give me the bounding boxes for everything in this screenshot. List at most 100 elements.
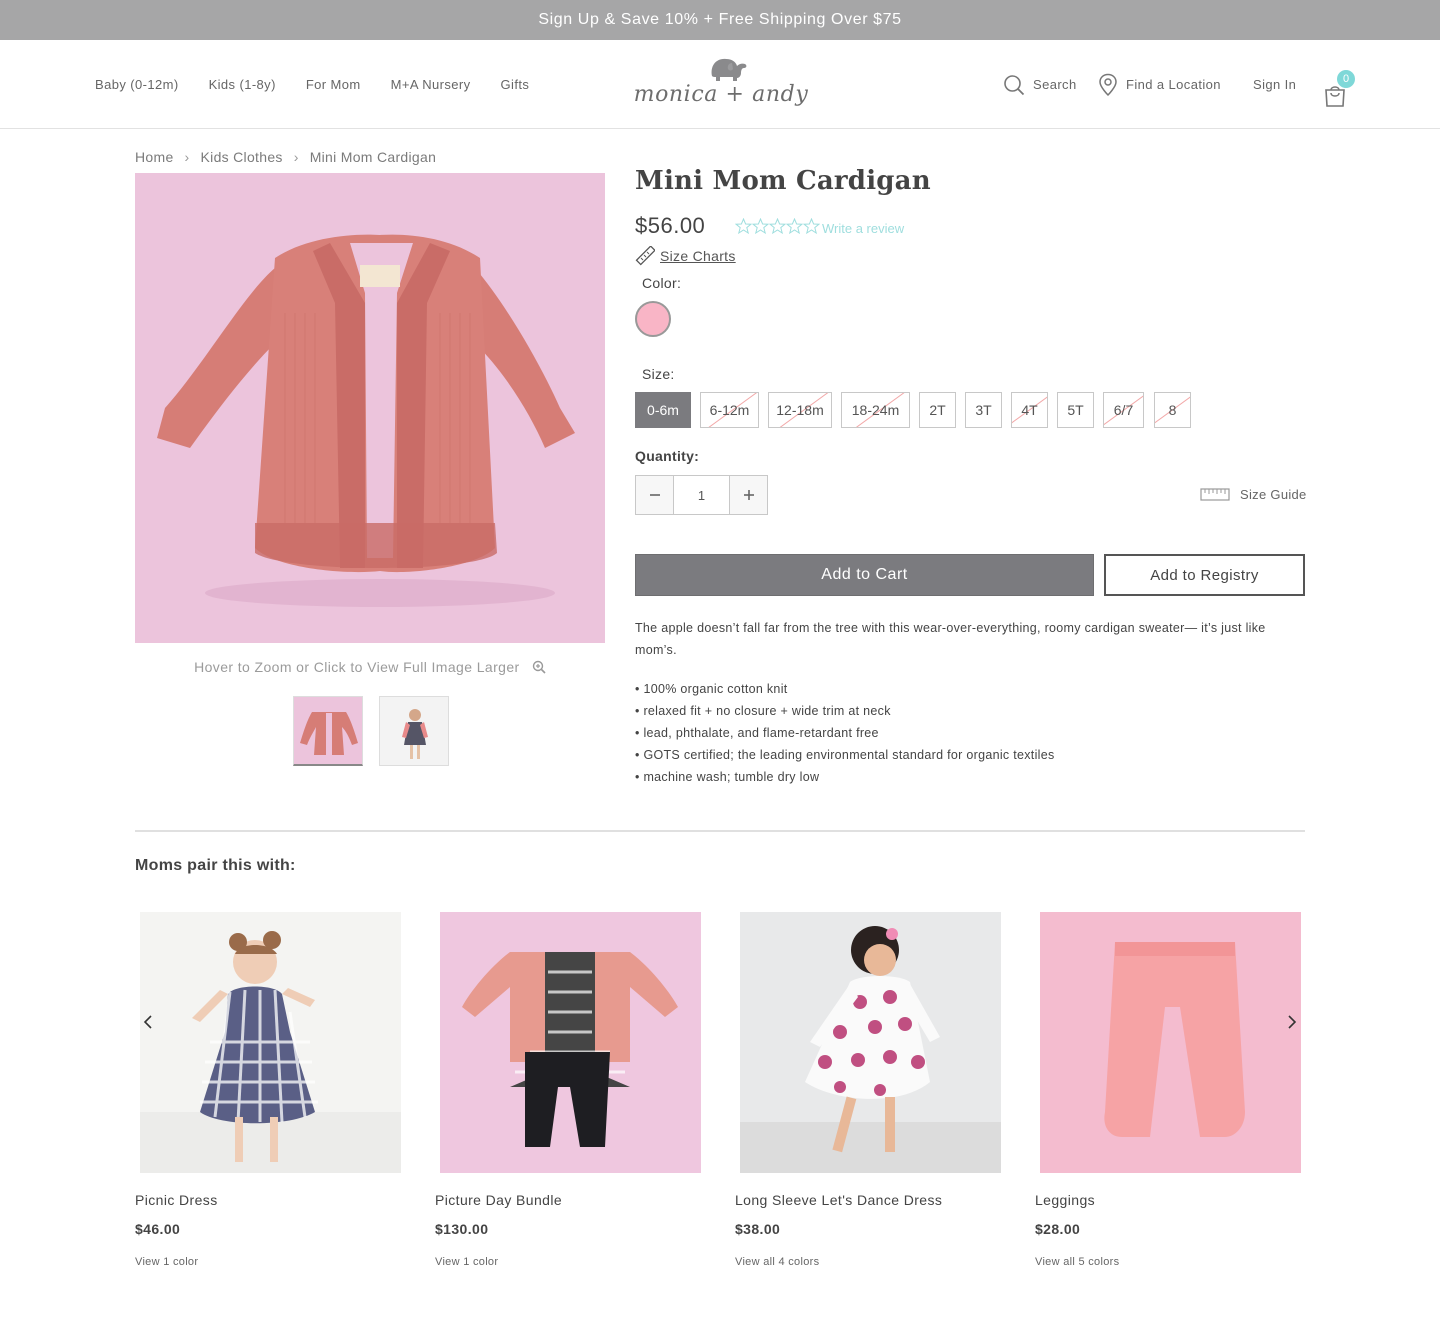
size-option-label: 6/7 [1113,402,1134,418]
quantity-stepper [635,475,768,515]
product-features: • 100% organic cotton knit • relaxed fit… [635,678,1310,788]
search-label: Search [1033,77,1077,92]
nav-baby[interactable]: Baby (0-12m) [95,77,179,92]
sign-in-label: Sign In [1253,77,1297,92]
add-to-cart-button[interactable]: Add to Cart [635,554,1094,596]
size-option[interactable]: 5T [1057,392,1094,428]
picnic-dress-image [140,912,401,1173]
feature-item: • relaxed fit + no closure + wide trim a… [635,704,891,718]
size-guide-label: Size Guide [1240,486,1307,502]
star-icon [734,217,753,239]
feature-item: • GOTS certified; the leading environmen… [635,748,1055,762]
nav-gifts[interactable]: Gifts [501,77,530,92]
elephant-logo-icon [711,58,747,81]
product-description: The apple doesn’t fall far from the tree… [635,621,1266,657]
minus-icon [649,494,660,496]
related-product-card[interactable]: Picnic Dress $46.00 View 1 color [135,912,405,1292]
size-option-label: 12-18m [776,402,824,418]
zoom-hint-text: Hover to Zoom or Click to View Full Imag… [194,659,520,675]
color-swatch-pink[interactable] [635,301,671,337]
related-product-card[interactable]: Long Sleeve Let's Dance Dress $38.00 Vie… [735,912,1005,1292]
breadcrumb-kids-clothes[interactable]: Kids Clothes [201,149,283,165]
size-option[interactable]: 12-18m [768,392,832,428]
quantity-increase-button[interactable] [730,476,767,514]
color-label: Color: [642,275,682,291]
size-option[interactable]: 4T [1011,392,1048,428]
search-button[interactable]: Search [1003,40,1077,129]
size-option-label: 6-12m [709,402,750,418]
cardigan-thumbnail-image [294,697,362,764]
section-divider [135,830,1305,832]
product-colors[interactable]: View all 5 colors [1035,1256,1119,1268]
size-option-label: 0-6m [647,402,679,418]
search-icon [1004,74,1025,95]
size-option[interactable]: 6-12m [700,392,759,428]
thumbnail-2[interactable] [379,696,449,766]
quantity-input[interactable] [673,476,730,514]
nav-kids[interactable]: Kids (1-8y) [209,77,276,92]
thumbnail-1[interactable] [293,696,363,766]
chevron-right-icon [1288,1015,1297,1029]
related-product-card[interactable]: Picture Day Bundle $130.00 View 1 color [435,912,705,1292]
size-option-label: 2T [929,402,946,418]
promo-banner[interactable]: Sign Up & Save 10% + Free Shipping Over … [0,0,1440,40]
product-name: Long Sleeve Let's Dance Dress [735,1192,943,1208]
size-option-label: 5T [1067,402,1084,418]
product-price: $56.00 [635,213,706,238]
size-option[interactable]: 0-6m [635,392,691,428]
star-icon [785,217,804,239]
star-icon [768,217,787,239]
related-product-card[interactable]: Leggings $28.00 View all 5 colors [1035,912,1305,1292]
size-option-label: 8 [1168,402,1177,418]
location-label: Find a Location [1126,77,1221,92]
size-option[interactable]: 2T [919,392,956,428]
write-review-link[interactable]: Write a review [822,221,904,236]
add-to-registry-button[interactable]: Add to Registry [1104,554,1305,596]
promo-text: Sign Up & Save 10% + Free Shipping Over … [538,11,902,28]
find-location-link[interactable]: Find a Location [1098,40,1221,129]
size-option[interactable]: 6/7 [1103,392,1144,428]
product-colors[interactable]: View 1 color [435,1256,498,1268]
product-colors[interactable]: View 1 color [135,1256,198,1268]
product-price: $28.00 [1035,1221,1081,1237]
rating-stars[interactable]: Write a review [734,217,904,239]
product-price: $130.00 [435,1221,489,1237]
product-title: Mini Mom Cardigan [635,166,931,196]
chevron-left-icon [143,1015,152,1029]
chevron-right-icon: › [184,149,190,165]
sign-in-link[interactable]: Sign In [1253,40,1296,129]
size-option[interactable]: 3T [965,392,1002,428]
map-pin-icon [1099,73,1117,96]
size-option[interactable]: 18-24m [841,392,910,428]
product-main-image[interactable] [135,173,605,643]
size-option-label: 18-24m [851,402,900,418]
size-label: Size: [642,366,675,382]
carousel-next-button[interactable] [1282,1010,1302,1034]
size-option[interactable]: 8 [1154,392,1191,428]
breadcrumb-home[interactable]: Home [135,149,174,165]
cart-button[interactable]: 0 [1323,70,1355,108]
quantity-label: Quantity: [635,448,700,464]
related-section-title: Moms pair this with: [135,857,296,874]
quantity-decrease-button[interactable] [636,476,673,514]
cardigan-image [135,173,605,643]
product-name: Picnic Dress [135,1192,218,1208]
product-name: Picture Day Bundle [435,1192,563,1208]
picture-day-bundle-image [440,912,701,1173]
product-colors[interactable]: View all 4 colors [735,1256,819,1268]
logo[interactable]: monica + andy [628,52,814,116]
site-header: Baby (0-12m) Kids (1-8y) For Mom M+A Nur… [0,40,1440,129]
child-model-thumbnail-image [380,697,448,765]
size-option-label: 3T [975,402,992,418]
size-option-label: 4T [1021,402,1038,418]
carousel-prev-button[interactable] [138,1010,158,1034]
nav-for-mom[interactable]: For Mom [306,77,361,92]
star-icon [802,217,821,239]
nav-nursery[interactable]: M+A Nursery [391,77,471,92]
zoom-hint[interactable]: Hover to Zoom or Click to View Full Imag… [135,659,605,675]
main-nav: Baby (0-12m) Kids (1-8y) For Mom M+A Nur… [95,40,559,129]
size-guide-link[interactable]: Size Guide [1200,486,1307,502]
logo-text: monica + andy [633,82,809,107]
feature-item: • machine wash; tumble dry low [635,770,820,784]
size-charts-link[interactable]: Size Charts [635,246,736,266]
